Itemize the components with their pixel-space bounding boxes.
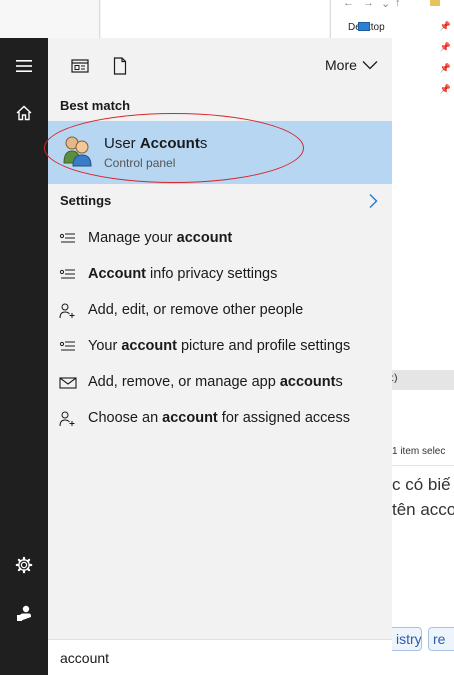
settings-result-item[interactable]: Account info privacy settings	[48, 257, 392, 293]
tag-link[interactable]: re	[428, 627, 454, 651]
desktop-icon	[358, 22, 370, 31]
menu-button[interactable]	[0, 46, 48, 86]
up-arrow-icon[interactable]: ↑	[395, 0, 401, 9]
gear-icon	[15, 556, 33, 574]
search-toolbar: More	[48, 38, 392, 93]
user-icon	[17, 605, 31, 621]
settings-result-label: Choose an account for assigned access	[88, 410, 350, 426]
list-settings-icon	[59, 231, 77, 247]
person-add-icon	[59, 303, 77, 319]
web-text-line: tên acco	[392, 500, 454, 519]
chevron-right-icon	[369, 193, 378, 209]
background-column	[101, 0, 329, 38]
account-button[interactable]	[0, 593, 48, 633]
search-input[interactable]: account	[60, 650, 109, 666]
more-label: More	[325, 57, 357, 73]
pin-icon: 📌	[439, 21, 451, 31]
settings-result-label: Manage your account	[88, 230, 233, 246]
settings-result-label: Add, edit, or remove other people	[88, 302, 304, 318]
background-column	[0, 0, 100, 38]
mail-icon	[59, 375, 77, 391]
settings-result-label: Add, remove, or manage app accounts	[88, 374, 343, 390]
person-add-icon	[59, 411, 77, 427]
red-annotation-ellipse	[44, 113, 304, 183]
more-dropdown[interactable]: More	[325, 57, 378, 73]
forward-arrow-icon[interactable]: →	[363, 0, 374, 9]
pin-icon: 📌	[439, 63, 451, 73]
settings-group-header[interactable]: Settings	[48, 190, 392, 216]
pin-icon: 📌	[439, 42, 451, 52]
back-arrow-icon[interactable]: ←	[343, 0, 354, 9]
apps-icon	[71, 59, 89, 73]
list-settings-icon	[59, 339, 77, 355]
search-box[interactable]: account	[48, 639, 392, 675]
tag-link[interactable]: istry	[392, 627, 422, 651]
best-match-heading: Best match	[60, 98, 131, 113]
pin-icon: 📌	[439, 84, 451, 94]
settings-result-label: Your account picture and profile setting…	[88, 338, 351, 354]
settings-result-item[interactable]: Add, edit, or remove other people	[48, 293, 392, 329]
dropdown-icon[interactable]: ⌄	[381, 0, 390, 10]
hamburger-icon	[16, 60, 32, 72]
apps-filter-button[interactable]	[70, 56, 90, 76]
documents-filter-button[interactable]	[110, 56, 130, 76]
chevron-down-icon	[362, 61, 378, 70]
explorer-nav-item[interactable]: Desktop📌	[331, 19, 454, 39]
settings-result-item[interactable]: Choose an account for assigned access	[48, 401, 392, 437]
explorer-status: 1 item selec	[392, 446, 446, 457]
settings-button[interactable]	[0, 545, 48, 585]
settings-result-item[interactable]: Manage your account	[48, 221, 392, 257]
settings-result-item[interactable]: Your account picture and profile setting…	[48, 329, 392, 365]
settings-result-label: Account info privacy settings	[88, 266, 278, 282]
list-settings-icon	[59, 267, 77, 283]
start-menu-rail	[0, 38, 48, 675]
document-icon	[113, 57, 127, 75]
home-button[interactable]	[0, 93, 48, 133]
settings-heading: Settings	[60, 193, 112, 208]
home-icon	[16, 105, 32, 121]
divider	[392, 465, 454, 466]
folder-icon	[430, 0, 440, 6]
search-results-panel: More Best match User Accounts Control pa…	[44, 38, 392, 675]
settings-result-item[interactable]: Add, remove, or manage app accounts	[48, 365, 392, 401]
web-text-line: c có biế	[392, 475, 451, 494]
